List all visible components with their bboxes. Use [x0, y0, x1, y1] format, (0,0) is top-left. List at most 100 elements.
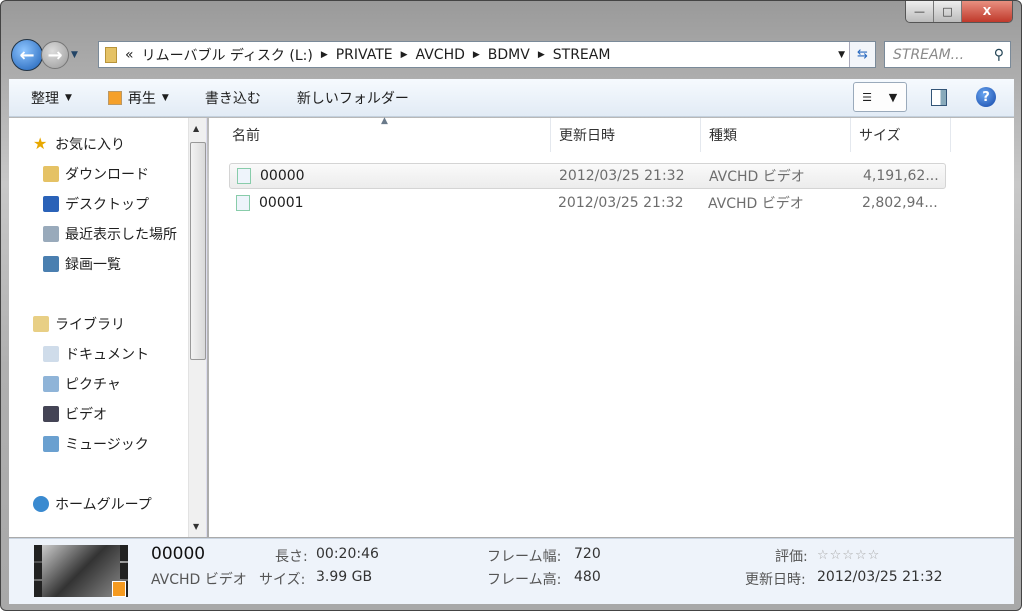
details-pane: 00000 AVCHD ビデオ 長さ: 00:20:46 サイズ: 3.99 G… [9, 538, 1014, 604]
pictures-icon [43, 376, 59, 392]
column-header-type[interactable]: 種類 [701, 118, 851, 152]
length-value: 00:20:46 [316, 546, 379, 562]
explorer-window: — □ X ← → ▼ « リムーバブル ディスク (L:) ▶ PRIVATE ▶… [0, 0, 1022, 611]
file-row[interactable]: 00000 2012/03/25 21:32 AVCHD ビデオ 4,191,6… [229, 163, 946, 189]
navigation-pane: ★ お気に入り ダウンロード デスクトップ 最近表示した場所 録画一覧 ライブラリ… [9, 118, 207, 537]
desktop-icon [43, 196, 59, 212]
navigation-buttons: ← → ▼ [11, 39, 78, 71]
sidebar-scrollbar[interactable]: ▲ ▼ [188, 118, 206, 537]
documents-icon [43, 346, 59, 362]
new-folder-button[interactable]: 新しいフォルダー [297, 88, 409, 108]
change-view-button[interactable]: ☰ ▼ [853, 82, 907, 112]
sidebar-label: お気に入り [55, 137, 125, 153]
homegroup-icon [33, 496, 49, 512]
sidebar-label: 録画一覧 [65, 257, 121, 273]
file-modified: 2012/03/25 21:32 [559, 168, 685, 184]
size-value: 3.99 GB [316, 569, 373, 585]
breadcrumb-bdmv[interactable]: BDMV [488, 47, 530, 63]
file-type: AVCHD ビデオ [708, 196, 804, 212]
file-modified: 2012/03/25 21:32 [558, 195, 684, 211]
recent-pages-dropdown[interactable]: ▼ [71, 50, 78, 60]
sidebar-libraries[interactable]: ライブラリ [33, 314, 125, 334]
sidebar-label: ピクチャ [65, 377, 121, 393]
sidebar-label: デスクトップ [65, 197, 149, 213]
breadcrumb-separator-icon[interactable]: ▶ [401, 50, 408, 60]
sidebar-item-desktop[interactable]: デスクトップ [43, 194, 149, 214]
column-header-size[interactable]: サイズ [851, 118, 951, 152]
video-file-icon [237, 168, 251, 184]
music-icon [43, 436, 59, 452]
rating-stars[interactable]: ☆☆☆☆☆ [817, 548, 880, 563]
chevron-down-icon: ▼ [161, 92, 169, 103]
breadcrumb-drive[interactable]: リムーバブル ディスク (L:) [142, 45, 313, 65]
sidebar-item-videos[interactable]: ビデオ [43, 404, 107, 424]
address-bar[interactable]: « リムーバブル ディスク (L:) ▶ PRIVATE ▶ AVCHD ▶ BDMV… [98, 41, 876, 68]
videos-icon [43, 406, 59, 422]
sidebar-item-recent[interactable]: 最近表示した場所 [43, 224, 177, 244]
scrollbar-thumb[interactable] [190, 142, 206, 360]
column-header-modified[interactable]: 更新日時 [551, 118, 701, 152]
breadcrumb-overflow[interactable]: « [125, 47, 134, 63]
modified-label: 更新日時: [745, 572, 806, 588]
forward-button[interactable]: → [41, 41, 69, 69]
breadcrumb-avchd[interactable]: AVCHD [416, 47, 465, 63]
play-button[interactable]: 再生 ▼ [107, 88, 169, 108]
frame-height-value: 480 [574, 569, 601, 585]
chevron-down-icon[interactable]: ▼ [880, 91, 906, 104]
search-icon[interactable]: ⚲ [994, 47, 1004, 63]
preview-pane-button[interactable] [931, 89, 947, 106]
details-file-name: 00000 [151, 544, 206, 564]
modified-value: 2012/03/25 21:32 [817, 569, 943, 585]
help-button[interactable]: ? [976, 87, 996, 107]
video-thumbnail [34, 545, 128, 597]
file-name: 00001 [259, 195, 304, 211]
frame-width-label: フレーム幅: [487, 549, 562, 565]
command-bar: 整理 ▼ 再生 ▼ 書き込む 新しいフォルダー ☰ ▼ ? [9, 79, 1014, 117]
folder-icon [105, 46, 117, 63]
recent-places-icon [43, 226, 59, 242]
sidebar-item-downloads[interactable]: ダウンロード [43, 164, 149, 184]
scroll-down-icon[interactable]: ▼ [193, 522, 199, 531]
details-file-type: AVCHD ビデオ [151, 572, 247, 588]
close-button[interactable]: X [962, 1, 1012, 22]
sidebar-label: 最近表示した場所 [65, 227, 177, 243]
breadcrumb-separator-icon[interactable]: ▶ [538, 50, 545, 60]
address-dropdown-icon[interactable]: ▼ [838, 50, 845, 60]
frame-width-value: 720 [574, 546, 601, 562]
downloads-folder-icon [43, 166, 59, 182]
size-label: サイズ: [259, 572, 306, 588]
library-icon [33, 316, 49, 332]
maximize-button[interactable]: □ [934, 1, 962, 22]
sidebar-homegroup[interactable]: ホームグループ [33, 494, 152, 514]
sidebar-favorites[interactable]: ★ お気に入り [33, 134, 125, 154]
column-header-name[interactable]: 名前 [224, 118, 551, 152]
sidebar-item-recordings[interactable]: 録画一覧 [43, 254, 121, 274]
organize-button[interactable]: 整理 ▼ [31, 88, 72, 108]
sidebar-item-documents[interactable]: ドキュメント [43, 344, 149, 364]
sidebar-item-pictures[interactable]: ピクチャ [43, 374, 121, 394]
sidebar-label: ライブラリ [55, 317, 125, 333]
burn-button[interactable]: 書き込む [205, 88, 261, 108]
caption-buttons: — □ X [905, 1, 1013, 23]
sidebar-label: ドキュメント [65, 347, 149, 363]
sidebar-label: ダウンロード [65, 167, 149, 183]
scroll-up-icon[interactable]: ▲ [193, 124, 199, 133]
back-button[interactable]: ← [11, 39, 43, 71]
play-overlay-icon [112, 581, 126, 597]
play-icon [107, 90, 122, 105]
refresh-button[interactable]: ⇆ [849, 42, 875, 67]
breadcrumb-stream[interactable]: STREAM [553, 47, 611, 63]
sidebar-label: ミュージック [65, 437, 149, 453]
file-name: 00000 [260, 168, 305, 184]
search-placeholder: STREAM... [893, 46, 965, 63]
search-input[interactable]: STREAM... ⚲ [884, 41, 1011, 68]
sidebar-item-music[interactable]: ミュージック [43, 434, 149, 454]
star-icon: ★ [33, 134, 48, 153]
breadcrumb-private[interactable]: PRIVATE [336, 47, 393, 63]
breadcrumb-separator-icon[interactable]: ▶ [473, 50, 480, 60]
minimize-button[interactable]: — [906, 1, 934, 22]
length-label: 長さ: [275, 549, 308, 565]
breadcrumb-separator-icon[interactable]: ▶ [321, 50, 328, 60]
file-list: ▲ 名前 更新日時 種類 サイズ 00000 2012/03/25 21:32 … [209, 116, 1014, 537]
file-row[interactable]: 00001 2012/03/25 21:32 AVCHD ビデオ 2,802,9… [229, 190, 946, 216]
